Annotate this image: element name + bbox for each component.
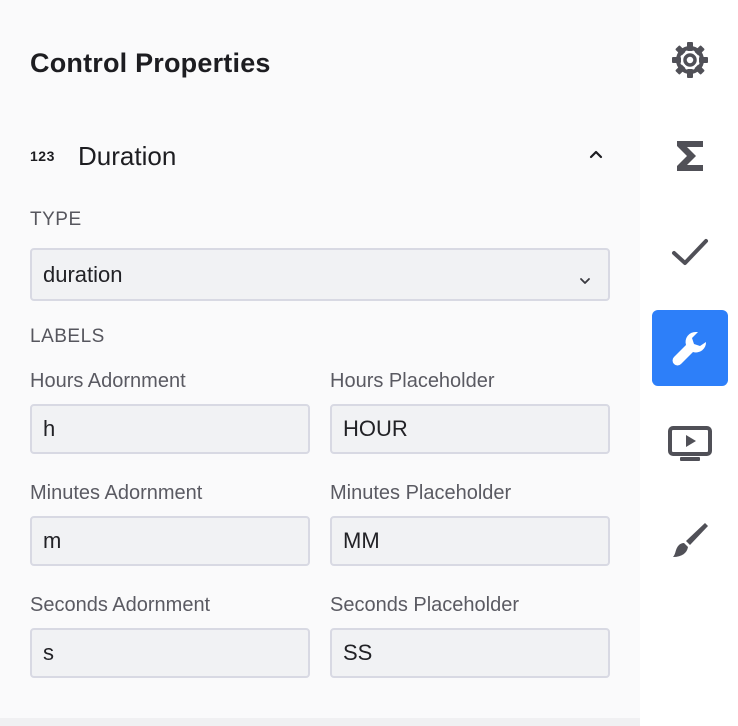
wrench-icon [672, 331, 707, 366]
settings-tab[interactable] [652, 22, 728, 98]
paintbrush-icon [673, 523, 708, 557]
properties-panel: Control Properties 123 Duration TYPE dur… [0, 0, 640, 718]
validation-tab[interactable] [652, 214, 728, 290]
type-select[interactable]: duration [30, 248, 610, 301]
play-screen-icon [668, 426, 712, 461]
preview-tab[interactable] [652, 406, 728, 482]
section-title: Duration [78, 140, 177, 171]
number-123-icon: 123 [30, 148, 55, 164]
formula-tab[interactable] [652, 118, 728, 194]
hours-placeholder-input[interactable]: HOUR [330, 404, 610, 454]
properties-tab[interactable] [652, 310, 728, 386]
duration-section-header[interactable]: 123 Duration [30, 136, 612, 176]
minutes-placeholder-input[interactable]: MM [330, 516, 610, 566]
minutes-placeholder-label: Minutes Placeholder [330, 482, 512, 504]
seconds-placeholder-input[interactable]: SS [330, 628, 610, 678]
sigma-icon [677, 141, 703, 171]
checkmark-icon [672, 239, 708, 265]
panel-title: Control Properties [30, 48, 271, 78]
seconds-adornment-input[interactable]: s [30, 628, 310, 678]
minutes-adornment-input[interactable]: m [30, 516, 310, 566]
labels-heading: LABELS [30, 326, 105, 347]
type-heading: TYPE [30, 209, 82, 230]
hours-placeholder-label: Hours Placeholder [330, 370, 495, 392]
minutes-adornment-label: Minutes Adornment [30, 482, 203, 504]
seconds-placeholder-label: Seconds Placeholder [330, 594, 520, 616]
style-tab[interactable] [652, 502, 728, 578]
hours-adornment-label: Hours Adornment [30, 370, 186, 392]
seconds-adornment-label: Seconds Adornment [30, 594, 211, 616]
type-select-value: duration [43, 261, 123, 287]
chevron-up-icon[interactable] [588, 146, 604, 167]
gear-icon [672, 42, 708, 78]
hours-adornment-input[interactable]: h [30, 404, 310, 454]
chevron-down-icon [578, 268, 592, 294]
